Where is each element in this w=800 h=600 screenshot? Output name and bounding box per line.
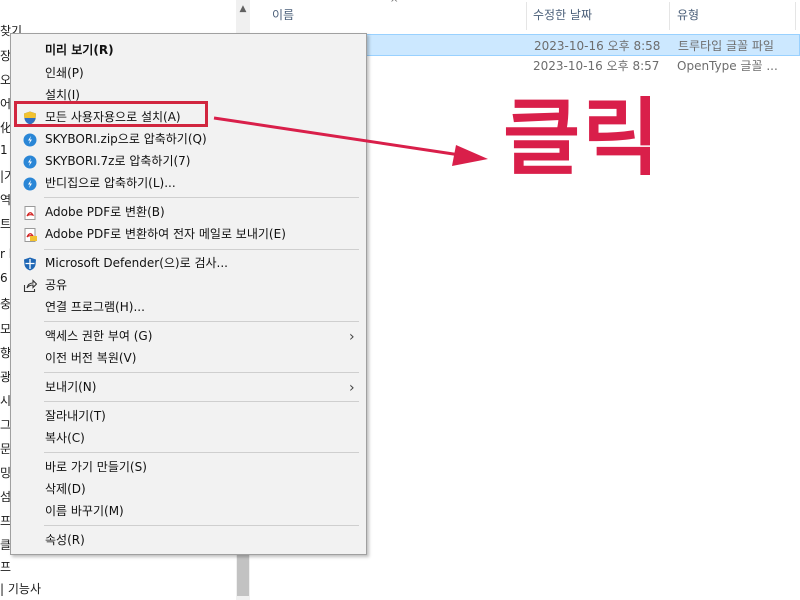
menu-separator <box>44 197 359 198</box>
menu-separator <box>44 401 359 402</box>
bandizip-icon <box>23 132 37 147</box>
menu-separator <box>44 452 359 453</box>
menu-separator <box>44 525 359 526</box>
menu-item-label: 반디집으로 압축하기(L)... <box>45 176 176 190</box>
menu-item-label: 보내기(N) <box>45 380 97 394</box>
chevron-right-icon: › <box>349 329 355 345</box>
annotation-click-text: 클릭 <box>503 89 662 187</box>
menu-item-defender-scan[interactable]: Microsoft Defender(으)로 검사... <box>11 252 366 274</box>
menu-item-label: SKYBORI.zip으로 압축하기(Q) <box>45 132 207 146</box>
nav-item[interactable]: 1 <box>0 143 8 157</box>
file-date: 2023-10-16 오후 8:58 <box>534 39 661 53</box>
nav-item-bottom[interactable]: | 기능사 <box>0 580 41 597</box>
menu-item-share[interactable]: 공유 <box>11 274 366 296</box>
menu-item-label: 이름 바꾸기(M) <box>45 504 124 518</box>
file-type: 트루타입 글꼴 파일 <box>678 39 774 53</box>
nav-item[interactable]: 6 <box>0 271 8 285</box>
menu-item-cut[interactable]: 잘라내기(T) <box>11 405 366 427</box>
menu-item-create-shortcut[interactable]: 바로 가기 만들기(S) <box>11 456 366 478</box>
file-type: OpenType 글꼴 ... <box>677 59 778 73</box>
bandizip-icon <box>23 154 37 169</box>
menu-item-label: 바로 가기 만들기(S) <box>45 460 147 474</box>
scroll-up-arrow-icon[interactable]: ▲ <box>236 2 250 16</box>
column-header-date[interactable]: 수정한 날짜 <box>533 0 592 30</box>
column-divider[interactable] <box>669 2 670 30</box>
menu-item-delete[interactable]: 삭제(D) <box>11 478 366 500</box>
column-header-type[interactable]: 유형 <box>677 0 699 30</box>
menu-item-open-with[interactable]: 연결 프로그램(H)... <box>11 296 366 318</box>
menu-item-label: 공유 <box>45 278 68 292</box>
menu-item-zip[interactable]: SKYBORI.zip으로 압축하기(Q) <box>11 128 366 150</box>
menu-item-label: Adobe PDF로 변환하여 전자 메일로 보내기(E) <box>45 227 286 241</box>
column-divider[interactable] <box>795 2 796 30</box>
menu-item-adobe-pdf-email[interactable]: Adobe PDF로 변환하여 전자 메일로 보내기(E) <box>11 223 366 245</box>
column-divider[interactable] <box>526 2 527 30</box>
menu-item-rename[interactable]: 이름 바꾸기(M) <box>11 500 366 522</box>
menu-item-copy[interactable]: 복사(C) <box>11 427 366 449</box>
menu-item-label: 인쇄(P) <box>45 66 84 80</box>
menu-separator <box>44 372 359 373</box>
menu-item-label: 이전 버전 복원(V) <box>45 351 137 365</box>
menu-item-send-to[interactable]: 보내기(N) › <box>11 376 366 398</box>
menu-item-label: 잘라내기(T) <box>45 409 106 423</box>
menu-item-give-access[interactable]: 액세스 권한 부여 (G) › <box>11 325 366 347</box>
menu-item-label: 속성(R) <box>45 533 85 547</box>
menu-item-label: 미리 보기(R) <box>45 43 114 57</box>
adobe-pdf-mail-icon <box>23 227 37 242</box>
menu-item-properties[interactable]: 속성(R) <box>11 529 366 551</box>
menu-item-adobe-pdf[interactable]: Adobe PDF로 변환(B) <box>11 201 366 223</box>
menu-item-label: Microsoft Defender(으)로 검사... <box>45 256 228 270</box>
menu-item-7z[interactable]: SKYBORI.7z로 압축하기(7) <box>11 150 366 172</box>
chevron-right-icon: › <box>349 380 355 396</box>
sort-ascending-icon: ^ <box>390 0 399 9</box>
menu-separator <box>44 249 359 250</box>
menu-item-label: SKYBORI.7z로 압축하기(7) <box>45 154 191 168</box>
adobe-pdf-icon <box>23 205 37 220</box>
menu-item-label: 삭제(D) <box>45 482 86 496</box>
menu-item-label: 복사(C) <box>45 431 85 445</box>
bandizip-icon <box>23 176 37 191</box>
menu-item-label: 연결 프로그램(H)... <box>45 300 145 314</box>
menu-separator <box>44 321 359 322</box>
menu-item-preview[interactable]: 미리 보기(R) <box>11 39 366 61</box>
menu-item-print[interactable]: 인쇄(P) <box>11 62 366 84</box>
column-header-name[interactable]: 이름 <box>272 0 294 30</box>
menu-item-restore-previous[interactable]: 이전 버전 복원(V) <box>11 347 366 369</box>
annotation-highlight-box <box>14 101 208 127</box>
nav-item[interactable]: 프 <box>0 558 11 575</box>
share-icon <box>23 278 38 293</box>
menu-item-bandizip[interactable]: 반디집으로 압축하기(L)... <box>11 172 366 194</box>
menu-item-label: 액세스 권한 부여 (G) <box>45 329 153 343</box>
defender-icon <box>23 256 37 271</box>
file-date: 2023-10-16 오후 8:57 <box>533 59 660 73</box>
menu-item-label: Adobe PDF로 변환(B) <box>45 205 165 219</box>
